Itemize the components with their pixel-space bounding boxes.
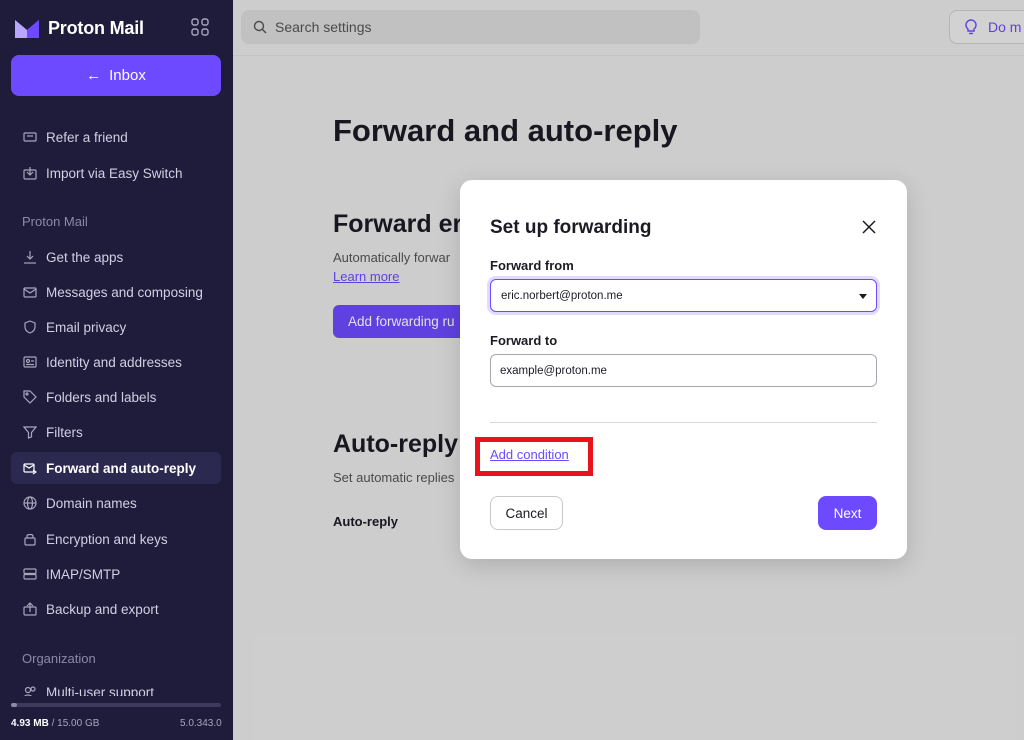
sidebar-item-label: Folders and labels <box>46 389 157 405</box>
sidebar-item-folders-and-labels[interactable]: Folders and labels <box>11 381 221 413</box>
sidebar-item-get-the-apps[interactable]: Get the apps <box>11 241 221 273</box>
sidebar-item-label: Encryption and keys <box>46 531 168 547</box>
apps-grid-icon[interactable] <box>191 18 209 36</box>
forward-from-select[interactable]: eric.norbert@proton.me <box>490 279 877 312</box>
sidebar-item-label: IMAP/SMTP <box>46 566 121 582</box>
forward-from-label: Forward from <box>490 258 574 273</box>
cancel-button[interactable]: Cancel <box>490 496 563 530</box>
sidebar-item-backup-and-export[interactable]: Backup and export <box>11 593 221 625</box>
sidebar-item-label: Backup and export <box>46 601 159 617</box>
envelope-forward-icon <box>23 463 37 475</box>
globe-icon <box>23 496 37 510</box>
set-up-forwarding-modal: Set up forwarding Forward from eric.norb… <box>460 180 907 559</box>
sidebar-item-label: Email privacy <box>46 319 127 335</box>
sidebar-item-email-privacy[interactable]: Email privacy <box>11 311 221 343</box>
sidebar-item-label: Filters <box>46 424 83 440</box>
sidebar-item-messages-and-composing[interactable]: Messages and composing <box>11 276 221 308</box>
section-label-proton-mail: Proton Mail <box>22 214 88 229</box>
modal-divider <box>490 422 877 423</box>
forward-to-placeholder: example@proton.me <box>500 364 607 377</box>
forward-from-value: eric.norbert@proton.me <box>501 289 623 302</box>
proton-mail-logo-icon <box>15 20 39 38</box>
back-to-inbox-button[interactable]: ← Inbox <box>11 55 221 96</box>
id-card-icon <box>23 356 37 368</box>
storage-used: 4.93 MB <box>11 718 49 729</box>
users-icon <box>24 686 36 696</box>
shield-icon <box>24 320 36 334</box>
storage-progress-fill <box>11 703 18 707</box>
sidebar-item-label: Multi-user support <box>46 685 155 696</box>
brand-logo[interactable]: Proton Mail <box>14 14 214 42</box>
envelope-icon <box>23 287 37 298</box>
inbox-button-label: Inbox <box>109 67 146 84</box>
import-icon <box>23 167 37 180</box>
export-icon <box>23 602 37 616</box>
sidebar-item-label: Identity and addresses <box>46 354 182 370</box>
sidebar-item-label: Get the apps <box>46 249 124 265</box>
sidebar-item-encryption-and-keys[interactable]: Encryption and keys <box>11 523 221 555</box>
sidebar-item-label: Import via Easy Switch <box>46 165 183 181</box>
sidebar-item-forward-and-auto-reply[interactable]: Forward and auto-reply <box>11 452 221 484</box>
sidebar-item-multi-user-support[interactable]: Multi-user support <box>11 678 221 696</box>
sidebar-item-imap-smtp[interactable]: IMAP/SMTP <box>11 558 221 590</box>
sidebar-item-domain-names[interactable]: Domain names <box>11 487 221 519</box>
servers-icon <box>23 568 37 580</box>
modal-title: Set up forwarding <box>490 217 652 238</box>
brand-name: Proton Mail <box>48 17 144 38</box>
close-icon[interactable] <box>860 218 878 236</box>
storage-usage: 4.93 MB / 15.00 GB <box>11 718 99 729</box>
caret-down-icon <box>859 294 867 299</box>
lock-icon <box>24 533 36 546</box>
sidebar-item-label: Messages and composing <box>46 284 203 300</box>
sidebar-item-label: Domain names <box>46 495 137 511</box>
sidebar-item-label: Forward and auto-reply <box>46 460 197 476</box>
sidebar-item-import[interactable]: Import via Easy Switch <box>11 157 221 189</box>
filter-icon <box>23 426 37 439</box>
sidebar-item-refer-a-friend[interactable]: Refer a friend <box>11 121 221 153</box>
app-version: 5.0.343.0 <box>180 718 222 729</box>
sidebar-item-filters[interactable]: Filters <box>11 416 221 448</box>
tag-icon <box>23 390 37 404</box>
sidebar-item-label: Refer a friend <box>46 129 128 145</box>
next-button[interactable]: Next <box>818 496 877 530</box>
forward-to-label: Forward to <box>490 333 558 348</box>
storage-progress-bar <box>11 703 221 707</box>
sidebar: Proton Mail ← Inbox Refer a friend Impor… <box>0 0 233 740</box>
download-icon <box>24 251 36 264</box>
arrow-left-icon: ← <box>86 67 102 84</box>
gift-card-icon <box>23 132 37 142</box>
sidebar-item-identity-and-addresses[interactable]: Identity and addresses <box>11 346 221 378</box>
forward-to-input[interactable]: example@proton.me <box>490 354 877 387</box>
highlight-annotation-box <box>475 437 593 476</box>
storage-separator: / <box>48 718 58 729</box>
storage-total: 15.00 GB <box>57 718 100 729</box>
section-label-organization: Organization <box>22 651 96 666</box>
